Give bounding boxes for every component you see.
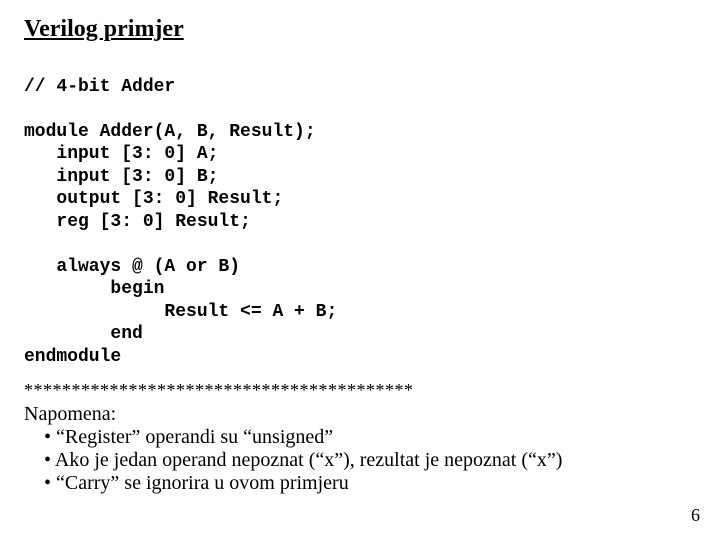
code-line: endmodule <box>24 347 121 367</box>
code-line: always @ (A or B) <box>24 257 240 277</box>
code-line: output [3: 0] Result; <box>24 189 283 209</box>
code-line: begin <box>24 279 164 299</box>
list-item: “Register” operandi su “unsigned” <box>44 426 696 449</box>
page-title: Verilog primjer <box>24 16 696 43</box>
page-number: 6 <box>691 505 700 526</box>
code-block: // 4-bit Adder module Adder(A, B, Result… <box>24 53 696 368</box>
list-item: Ako je jedan operand nepoznat (“x”), rez… <box>44 449 696 472</box>
list-item: “Carry” se ignorira u ovom primjeru <box>44 472 696 495</box>
code-line: module Adder(A, B, Result); <box>24 122 316 142</box>
code-line: // 4-bit Adder <box>24 77 175 97</box>
code-line: end <box>24 324 143 344</box>
code-line: Result <= A + B; <box>24 302 337 322</box>
code-line: input [3: 0] B; <box>24 167 218 187</box>
code-line: input [3: 0] A; <box>24 144 218 164</box>
code-line: reg [3: 0] Result; <box>24 212 251 232</box>
separator: ****************************************… <box>24 380 696 401</box>
notes-list: “Register” operandi su “unsigned” Ako je… <box>30 426 696 495</box>
note-heading: Napomena: <box>24 403 696 426</box>
